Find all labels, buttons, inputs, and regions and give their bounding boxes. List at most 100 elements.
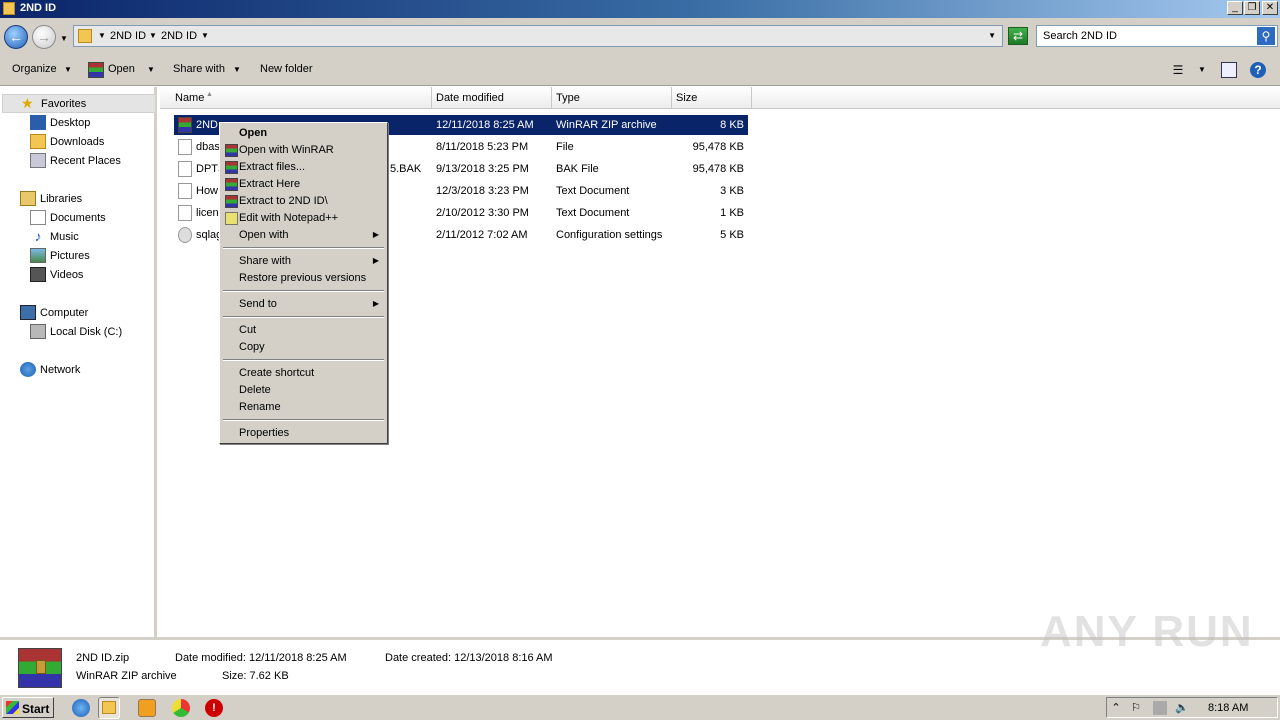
archive-clasp-icon xyxy=(36,660,46,674)
winrar-icon xyxy=(225,144,238,157)
menu-item-edit-notepad[interactable]: Edit with Notepad++ xyxy=(222,210,385,227)
media-player-icon[interactable] xyxy=(138,699,156,717)
menu-item-send-to[interactable]: Send to ▶ xyxy=(222,296,385,313)
help-icon[interactable]: ? xyxy=(1250,62,1266,78)
file-size: 1 KB xyxy=(720,207,744,219)
menu-separator xyxy=(223,419,384,421)
menu-item-create-shortcut[interactable]: Create shortcut xyxy=(222,365,385,382)
sort-ascending-icon: ▲ xyxy=(206,91,213,98)
column-header-date[interactable]: Date modified xyxy=(432,87,552,109)
file-date: 2/10/2012 3:30 PM xyxy=(436,207,529,219)
breadcrumb-item[interactable]: 2ND ID xyxy=(161,30,197,42)
file-type: Text Document xyxy=(556,185,630,197)
menu-item-delete[interactable]: Delete xyxy=(222,382,385,399)
column-header-size[interactable]: Size xyxy=(672,87,752,109)
chrome-icon[interactable] xyxy=(172,699,190,717)
menu-item-extract-here[interactable]: Extract Here xyxy=(222,176,385,193)
file-size: 95,478 KB xyxy=(692,163,744,175)
menu-item-label: Extract to 2ND ID\ xyxy=(239,195,328,207)
column-label: Name xyxy=(175,92,205,104)
file-type: WinRAR ZIP archive xyxy=(556,119,657,131)
details-size: Size: 7.62 KB xyxy=(222,670,289,682)
submenu-arrow-icon: ▶ xyxy=(372,299,379,308)
chevron-down-icon[interactable]: ▼ xyxy=(1198,65,1206,74)
address-dropdown-icon[interactable]: ▼ xyxy=(988,31,996,40)
chevron-down-icon[interactable]: ▼ xyxy=(64,65,72,74)
menu-item-extract-files[interactable]: Extract files... xyxy=(222,159,385,176)
folder-icon xyxy=(78,29,92,43)
chevron-down-icon[interactable]: ▼ xyxy=(147,65,155,74)
file-type: BAK File xyxy=(556,163,599,175)
forward-button[interactable]: → xyxy=(32,25,56,49)
menu-item-cut[interactable]: Cut xyxy=(222,322,385,339)
back-button[interactable]: ← xyxy=(4,25,28,49)
organize-button[interactable]: Organize xyxy=(12,63,57,75)
text-file-icon xyxy=(178,183,192,199)
network-tray-icon[interactable] xyxy=(1153,701,1167,715)
restore-button[interactable]: ❐ xyxy=(1244,1,1260,15)
share-with-button[interactable]: Share with xyxy=(173,63,225,75)
menu-item-open[interactable]: Open xyxy=(222,125,385,142)
documents-icon xyxy=(30,210,46,225)
menu-item-label: Create shortcut xyxy=(239,367,315,379)
minimize-button[interactable]: _ xyxy=(1227,1,1243,15)
file-date: 12/3/2018 3:23 PM xyxy=(436,185,529,197)
menu-item-share-with[interactable]: Share with ▶ xyxy=(222,253,385,270)
breadcrumb-item[interactable]: 2ND ID xyxy=(110,30,146,42)
explorer-taskbar-button[interactable] xyxy=(98,697,120,719)
music-icon: ♪ xyxy=(34,228,42,244)
sidebar-item-label: Pictures xyxy=(50,250,90,262)
address-bar: ← → ▼ ▼ 2ND ID ▼ 2ND ID ▼ ▼ ⇄ Search 2ND… xyxy=(0,18,1280,54)
menu-item-label: Cut xyxy=(239,324,257,336)
show-hidden-icons-icon[interactable]: ⌃ xyxy=(1109,701,1123,715)
details-filetype: WinRAR ZIP archive xyxy=(76,670,177,682)
file-name: 2ND xyxy=(196,119,219,131)
menu-item-label: Copy xyxy=(239,341,265,353)
chevron-down-icon[interactable]: ▼ xyxy=(149,31,157,40)
start-label: Start xyxy=(22,702,50,716)
menu-item-extract-to[interactable]: Extract to 2ND ID\ xyxy=(222,193,385,210)
refresh-button[interactable]: ⇄ xyxy=(1008,27,1028,45)
menu-item-open-with-winrar[interactable]: Open with WinRAR xyxy=(222,142,385,159)
sidebar-item-favorites[interactable]: ★ Favorites xyxy=(2,94,156,113)
taskbar: Start ! ⌃ ⚐ 🔈 8:18 AM xyxy=(0,694,1280,720)
new-folder-button[interactable]: New folder xyxy=(260,63,313,75)
menu-item-restore-previous[interactable]: Restore previous versions xyxy=(222,270,385,287)
open-button[interactable]: Open xyxy=(108,63,135,75)
internet-explorer-icon[interactable] xyxy=(72,699,90,717)
menu-item-properties[interactable]: Properties xyxy=(222,425,385,442)
winrar-icon xyxy=(225,178,238,191)
file-type: File xyxy=(556,141,574,153)
menu-item-rename[interactable]: Rename xyxy=(222,399,385,416)
sidebar-item-label: Music xyxy=(50,231,79,243)
column-header-filler xyxy=(752,87,1280,109)
chevron-down-icon[interactable]: ▼ xyxy=(233,65,241,74)
menu-item-open-with[interactable]: Open with ▶ xyxy=(222,227,385,244)
history-dropdown-icon[interactable]: ▼ xyxy=(60,34,68,43)
action-center-flag-icon[interactable]: ⚐ xyxy=(1129,701,1143,715)
view-options-icon[interactable]: ☰ xyxy=(1170,62,1186,78)
search-input[interactable]: Search 2ND ID ⚲ xyxy=(1036,25,1278,47)
close-button[interactable]: ✕ xyxy=(1262,1,1278,15)
file-size: 95,478 KB xyxy=(692,141,744,153)
column-header-type[interactable]: Type xyxy=(552,87,672,109)
search-icon[interactable]: ⚲ xyxy=(1257,27,1275,45)
column-label: Date modified xyxy=(436,92,504,104)
column-label: Size xyxy=(676,92,698,104)
column-header-name[interactable]: Name ▲ xyxy=(160,87,432,109)
menu-separator xyxy=(223,359,384,361)
chevron-down-icon[interactable]: ▼ xyxy=(201,31,209,40)
menu-item-label: Open with xyxy=(239,229,289,241)
file-name: licen xyxy=(196,207,219,219)
file-date: 12/11/2018 8:25 AM xyxy=(436,119,534,131)
volume-icon[interactable]: 🔈 xyxy=(1175,701,1189,715)
address-field[interactable]: ▼ 2ND ID ▼ 2ND ID ▼ ▼ xyxy=(73,25,1003,47)
file-name-tail: 5.BAK xyxy=(390,163,422,175)
preview-pane-icon[interactable] xyxy=(1221,62,1237,78)
winrar-icon xyxy=(88,62,104,78)
start-button[interactable]: Start xyxy=(2,697,54,718)
chevron-down-icon[interactable]: ▼ xyxy=(98,31,106,40)
opera-icon[interactable]: ! xyxy=(205,699,223,717)
menu-item-copy[interactable]: Copy xyxy=(222,339,385,356)
clock[interactable]: 8:18 AM xyxy=(1208,702,1248,714)
